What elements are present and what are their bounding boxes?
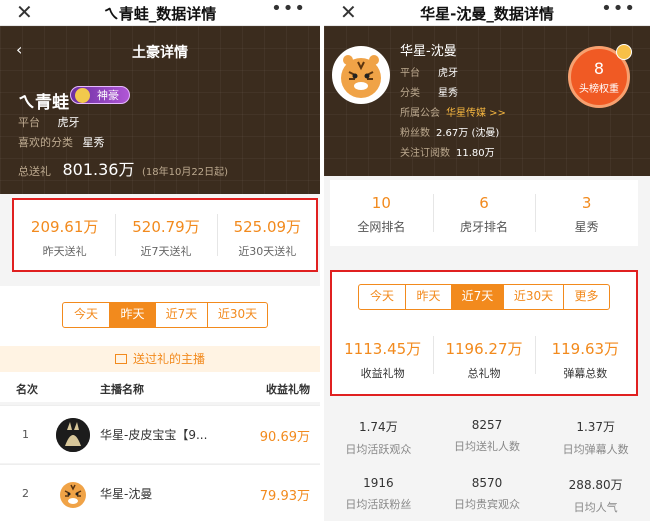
total-value: 801.36万 xyxy=(62,160,135,179)
tab-today[interactable]: 今天 xyxy=(63,303,109,327)
table-row[interactable]: 2 华星-沈曼 79.93万 xyxy=(0,464,320,521)
tab-yesterday[interactable]: 昨天 xyxy=(405,285,451,309)
streamer-name: 华星-沈曼 xyxy=(400,44,457,59)
table-header: 名次 主播名称 收益礼物 xyxy=(0,372,320,402)
guild-link[interactable]: 华星传媒 >> xyxy=(446,108,506,119)
platform-label: 平台 xyxy=(18,116,40,129)
metric-popularity: 288.80万 日均人气 xyxy=(568,478,623,514)
tab-30day[interactable]: 近30天 xyxy=(503,285,563,309)
metrics-row-1: 1.74万 日均活跃观众 8257 日均送礼人数 1.37万 日均弹幕人数 xyxy=(324,418,650,457)
tab-yesterday[interactable]: 昨天 xyxy=(109,303,155,327)
fav-label: 喜欢的分类 xyxy=(18,136,73,149)
stat-30day: 525.09万 近30天送礼 xyxy=(216,200,318,270)
right-panel: ✕ 华星-沈曼_数据详情 ••• 华星-沈曼 平台 虎牙 分类 星秀 所属公会 华星传… xyxy=(324,0,650,521)
avatar xyxy=(56,418,90,452)
gift-icon xyxy=(114,354,127,364)
total-label: 总送礼 xyxy=(18,165,51,178)
left-title-bar: ✕ ㄟ青蛙_数据详情 ••• xyxy=(0,0,320,26)
hero-title: 土豪详情 xyxy=(132,45,188,61)
category-row: 分类 星秀 xyxy=(400,88,458,99)
stat-yesterday: 209.61万 昨天送礼 xyxy=(30,218,99,258)
badge-label: 神豪 xyxy=(97,89,119,102)
tab-7day[interactable]: 近7天 xyxy=(155,303,207,327)
right-title-bar: ✕ 华星-沈曼_数据详情 ••• xyxy=(324,0,650,26)
gift-header: 送过礼的主播 xyxy=(0,346,320,372)
more-icon[interactable]: ••• xyxy=(271,0,306,19)
metric-active-fans: 1916 日均活跃粉丝 xyxy=(345,476,412,511)
rank-stats: 10 全网排名 6 虎牙排名 3 星秀 xyxy=(330,180,638,246)
tab-more[interactable]: 更多 xyxy=(563,285,609,309)
rank-all: 10 全网排名 xyxy=(357,194,406,234)
weight-label: 头榜权重 xyxy=(579,84,619,95)
tab-7day[interactable]: 近7天 xyxy=(451,285,503,309)
table-row[interactable]: 1 华星-皮皮宝宝【9... 90.69万 xyxy=(0,405,320,463)
avatar xyxy=(332,46,390,104)
tab-today[interactable]: 今天 xyxy=(359,285,405,309)
fav-value: 星秀 xyxy=(82,136,105,149)
metric-gift-senders: 8257 日均送礼人数 xyxy=(454,418,520,453)
left-panel: ✕ ㄟ青蛙_数据详情 ••• ‹ 土豪详情 ㄟ青蛙 神豪 平台 虎牙 喜欢的分类… xyxy=(0,0,320,521)
gift-stats: 1113.45万 收益礼物 1196.27万 总礼物 119.63万 弹幕总数 xyxy=(332,322,636,388)
weight-value: 8 xyxy=(593,59,605,78)
platform-value: 虎牙 xyxy=(57,116,80,129)
star-icon xyxy=(616,44,632,60)
rank-category: 3 星秀 xyxy=(535,180,638,246)
total-row: 总送礼 801.36万 (18年10月22日起) xyxy=(18,156,228,180)
more-icon[interactable]: ••• xyxy=(601,0,636,19)
metrics-row-2: 1916 日均活跃粉丝 8570 日均贵宾观众 288.80万 日均人气 xyxy=(324,476,650,515)
total-note: (18年10月22日起) xyxy=(142,167,228,178)
stat-7day: 520.79万 近7天送礼 xyxy=(115,200,216,270)
gift-stats: 209.61万 昨天送礼 520.79万 近7天送礼 525.09万 近30天送… xyxy=(14,200,318,270)
gem-icon xyxy=(75,88,90,103)
platform-row: 平台 虎牙 xyxy=(400,68,458,79)
stat-income-gift: 1113.45万 收益礼物 xyxy=(344,340,422,380)
period-tabs: 今天 昨天 近7天 近30天 更多 xyxy=(358,284,610,310)
fav-row: 喜欢的分类 星秀 xyxy=(18,134,105,150)
rank-huya: 6 虎牙排名 xyxy=(432,180,536,246)
metric-active-viewers: 1.74万 日均活跃观众 xyxy=(345,420,412,456)
user-name: ㄟ青蛙 xyxy=(18,93,69,113)
stat-total-gift: 1196.27万 总礼物 xyxy=(433,322,534,388)
vip-badge: 神豪 xyxy=(70,86,130,104)
stat-danmaku: 119.63万 弹幕总数 xyxy=(534,322,636,388)
streamer-hero: 华星-沈曼 平台 虎牙 分类 星秀 所属公会 华星传媒 >> 粉丝数 2.67万 (沈曼… xyxy=(324,26,650,176)
platform-row: 平台 虎牙 xyxy=(18,114,80,130)
fans-row: 粉丝数 2.67万 (沈曼) xyxy=(400,128,500,139)
period-tabs: 今天 昨天 近7天 近30天 xyxy=(62,302,268,328)
guild-row[interactable]: 所属公会 华星传媒 >> xyxy=(400,104,506,119)
metric-vip-viewers: 8570 日均贵宾观众 xyxy=(454,476,520,511)
avatar xyxy=(56,477,90,511)
profile-hero: ‹ 土豪详情 ㄟ青蛙 神豪 平台 虎牙 喜欢的分类 星秀 总送礼 801.36万… xyxy=(0,26,320,194)
subs-row: 关注订阅数 11.80万 xyxy=(400,148,495,159)
metric-danmaku-users: 1.37万 日均弹幕人数 xyxy=(562,420,629,456)
tab-30day[interactable]: 近30天 xyxy=(207,303,267,327)
